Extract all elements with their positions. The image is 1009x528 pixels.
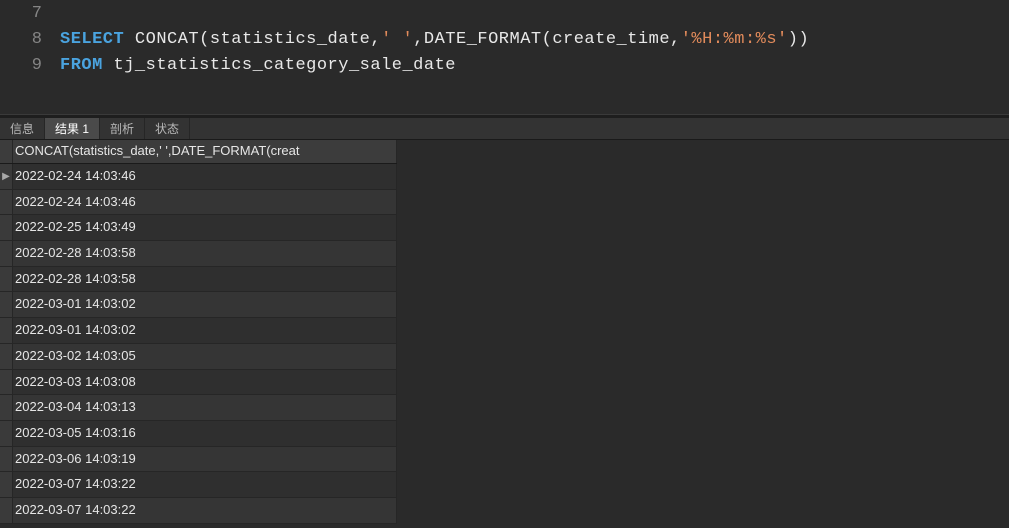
table-row[interactable]: ▶2022-02-24 14:03:46 <box>0 164 397 190</box>
cell-value[interactable]: 2022-02-24 14:03:46 <box>13 164 397 189</box>
cell-value[interactable]: 2022-02-24 14:03:46 <box>13 190 397 215</box>
table-row[interactable]: 2022-03-06 14:03:19 <box>0 447 397 473</box>
token-str: ' ' <box>381 30 413 49</box>
cell-value[interactable]: 2022-03-02 14:03:05 <box>13 344 397 369</box>
cell-value[interactable]: 2022-03-01 14:03:02 <box>13 292 397 317</box>
line-number: 8 <box>0 30 60 49</box>
cell-value[interactable]: 2022-03-07 14:03:22 <box>13 498 397 523</box>
row-handle[interactable] <box>0 395 13 420</box>
table-row[interactable]: 2022-03-04 14:03:13 <box>0 395 397 421</box>
results-body: ▶2022-02-24 14:03:462022-02-24 14:03:462… <box>0 164 397 524</box>
table-row[interactable]: 2022-03-01 14:03:02 <box>0 318 397 344</box>
tab-剖析[interactable]: 剖析 <box>100 118 145 139</box>
token-kw: FROM <box>60 56 103 75</box>
table-row[interactable]: 2022-03-01 14:03:02 <box>0 292 397 318</box>
token-punct: ( <box>199 30 210 49</box>
cell-value[interactable]: 2022-02-28 14:03:58 <box>13 241 397 266</box>
token-punct <box>103 56 114 75</box>
row-handle[interactable]: ▶ <box>0 164 13 189</box>
sql-editor[interactable]: 78SELECT CONCAT(statistics_date,' ',DATE… <box>0 0 1009 78</box>
tab-信息[interactable]: 信息 <box>0 118 45 139</box>
row-handle[interactable] <box>0 292 13 317</box>
token-punct: , <box>670 30 681 49</box>
cell-value[interactable]: 2022-03-07 14:03:22 <box>13 472 397 497</box>
table-row[interactable]: 2022-02-28 14:03:58 <box>0 267 397 293</box>
token-punct: )) <box>788 30 809 49</box>
token-kw: SELECT <box>60 30 124 49</box>
row-handle[interactable] <box>0 421 13 446</box>
table-row[interactable]: 2022-03-02 14:03:05 <box>0 344 397 370</box>
cell-value[interactable]: 2022-03-01 14:03:02 <box>13 318 397 343</box>
editor-line[interactable]: 7 <box>0 0 1009 26</box>
table-row[interactable]: 2022-03-07 14:03:22 <box>0 498 397 524</box>
result-tabs: 信息结果 1剖析状态 <box>0 118 1009 140</box>
token-punct: , <box>413 30 424 49</box>
cell-value[interactable]: 2022-03-05 14:03:16 <box>13 421 397 446</box>
table-row[interactable]: 2022-02-28 14:03:58 <box>0 241 397 267</box>
token-punct: , <box>370 30 381 49</box>
cell-value[interactable]: 2022-03-03 14:03:08 <box>13 370 397 395</box>
token-ident: tj_statistics_category_sale_date <box>114 56 456 75</box>
line-number: 7 <box>0 4 60 23</box>
code-content[interactable]: SELECT CONCAT(statistics_date,' ',DATE_F… <box>60 30 809 49</box>
token-ident: create_time <box>552 30 670 49</box>
table-row[interactable]: 2022-03-07 14:03:22 <box>0 472 397 498</box>
row-handle-header <box>0 140 13 163</box>
results-grid: CONCAT(statistics_date,' ',DATE_FORMAT(c… <box>0 140 397 524</box>
row-handle[interactable] <box>0 447 13 472</box>
row-handle[interactable] <box>0 498 13 523</box>
token-func: CONCAT <box>135 30 199 49</box>
results-header-row: CONCAT(statistics_date,' ',DATE_FORMAT(c… <box>0 140 397 164</box>
column-header[interactable]: CONCAT(statistics_date,' ',DATE_FORMAT(c… <box>13 140 397 163</box>
row-handle[interactable] <box>0 472 13 497</box>
tab-状态[interactable]: 状态 <box>145 118 190 139</box>
tab-结果 1[interactable]: 结果 1 <box>45 118 100 139</box>
cell-value[interactable]: 2022-03-06 14:03:19 <box>13 447 397 472</box>
token-func: DATE_FORMAT <box>424 30 542 49</box>
row-handle[interactable] <box>0 215 13 240</box>
token-ident: statistics_date <box>210 30 371 49</box>
cell-value[interactable]: 2022-02-28 14:03:58 <box>13 267 397 292</box>
table-row[interactable]: 2022-03-03 14:03:08 <box>0 370 397 396</box>
cell-value[interactable]: 2022-03-04 14:03:13 <box>13 395 397 420</box>
row-handle[interactable] <box>0 370 13 395</box>
cell-value[interactable]: 2022-02-25 14:03:49 <box>13 215 397 240</box>
code-content[interactable]: FROM tj_statistics_category_sale_date <box>60 56 456 75</box>
table-row[interactable]: 2022-02-24 14:03:46 <box>0 190 397 216</box>
table-row[interactable]: 2022-02-25 14:03:49 <box>0 215 397 241</box>
token-punct: ( <box>542 30 553 49</box>
line-number: 9 <box>0 56 60 75</box>
row-handle[interactable] <box>0 190 13 215</box>
row-handle[interactable] <box>0 241 13 266</box>
editor-line[interactable]: 9FROM tj_statistics_category_sale_date <box>0 52 1009 78</box>
token-str: '%H:%m:%s' <box>681 30 788 49</box>
table-row[interactable]: 2022-03-05 14:03:16 <box>0 421 397 447</box>
row-handle[interactable] <box>0 318 13 343</box>
token-punct <box>124 30 135 49</box>
row-handle[interactable] <box>0 267 13 292</box>
row-handle[interactable] <box>0 344 13 369</box>
editor-line[interactable]: 8SELECT CONCAT(statistics_date,' ',DATE_… <box>0 26 1009 52</box>
